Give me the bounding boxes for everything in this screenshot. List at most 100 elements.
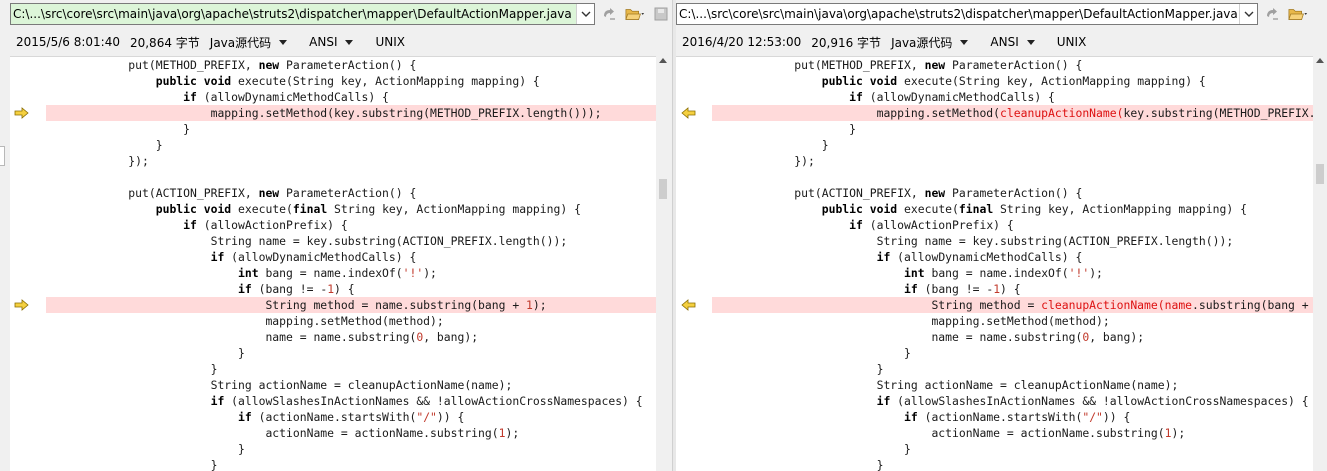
left-info-bar: 2015/5/6 8:01:40 20,864 字节 Java源代码 ANSI … [16, 33, 415, 51]
code-line[interactable]: mapping.setMethod(method); [46, 313, 656, 329]
left-language-dropdown[interactable]: Java源代码 [210, 34, 297, 51]
right-pane: C:\...\src\core\src\main\java\org\apache… [676, 0, 1327, 471]
left-vertical-scrollbar[interactable] [656, 56, 670, 471]
code-line[interactable]: if (allowDynamicMethodCalls) { [712, 249, 1327, 265]
right-line-ending: UNIX [1056, 35, 1087, 49]
arrow-right-icon[interactable] [14, 107, 30, 119]
code-line[interactable] [712, 169, 1327, 185]
code-line[interactable]: } [712, 121, 1327, 137]
left-file-date: 2015/5/6 8:01:40 [16, 35, 120, 49]
code-line[interactable]: String actionName = cleanupActionName(na… [712, 377, 1327, 393]
code-line[interactable]: if (bang != -1) { [712, 281, 1327, 297]
diff-code-line[interactable]: mapping.setMethod(key.substring(METHOD_P… [46, 105, 656, 121]
left-diff-arrow-column [10, 57, 46, 471]
code-line[interactable]: if (allowActionPrefix) { [46, 217, 656, 233]
scroll-up-icon [1316, 58, 1324, 63]
code-line[interactable]: if (allowDynamicMethodCalls) { [46, 249, 656, 265]
scroll-thumb[interactable] [1316, 164, 1324, 184]
left-line-ending: UNIX [375, 35, 406, 49]
code-line[interactable]: }); [46, 153, 656, 169]
gutter-marker [0, 146, 5, 166]
right-vertical-scrollbar[interactable] [1313, 56, 1327, 471]
open-folder-icon[interactable] [1288, 4, 1308, 24]
scroll-up-icon [659, 58, 667, 63]
open-folder-icon[interactable] [625, 4, 645, 24]
right-info-bar: 2016/4/20 12:53:00 20,916 字节 Java源代码 ANS… [682, 33, 1096, 51]
code-line[interactable]: public void execute(final String key, Ac… [46, 201, 656, 217]
diff-code-line[interactable]: mapping.setMethod(cleanupActionName(key.… [712, 105, 1327, 121]
left-encoding-dropdown[interactable]: ANSI [309, 35, 363, 49]
code-line[interactable]: String actionName = cleanupActionName(na… [46, 377, 656, 393]
dropdown-arrow-icon [1026, 39, 1035, 45]
code-line[interactable]: } [46, 137, 656, 153]
dropdown-arrow-icon [279, 39, 288, 45]
code-line[interactable]: String name = key.substring(ACTION_PREFI… [46, 233, 656, 249]
left-code-editor[interactable]: put(METHOD_PREFIX, new ParameterAction()… [10, 56, 656, 471]
code-line[interactable]: name = name.substring(0, bang); [712, 329, 1327, 345]
left-pane: C:\...\src\core\src\main\java\org\apache… [10, 0, 672, 471]
code-line[interactable]: } [712, 441, 1327, 457]
reload-icon[interactable] [1262, 4, 1282, 24]
scroll-thumb[interactable] [659, 179, 667, 199]
code-line[interactable]: put(METHOD_PREFIX, new ParameterAction()… [46, 57, 656, 73]
code-line[interactable]: if (allowSlashesInActionNames && !allowA… [712, 393, 1327, 409]
left-path-combobox[interactable]: C:\...\src\core\src\main\java\org\apache… [10, 3, 595, 25]
code-line[interactable]: int bang = name.indexOf('!'); [712, 265, 1327, 281]
chevron-down-icon[interactable] [576, 4, 594, 24]
code-line[interactable]: } [712, 361, 1327, 377]
right-path-text: C:\...\src\core\src\main\java\org\apache… [679, 7, 1238, 21]
left-file-size: 20,864 字节 [129, 35, 200, 50]
code-line[interactable]: }); [712, 153, 1327, 169]
code-line[interactable]: public void execute(final String key, Ac… [712, 201, 1327, 217]
code-line[interactable]: } [712, 457, 1327, 471]
left-code-lines: put(METHOD_PREFIX, new ParameterAction()… [46, 57, 656, 471]
code-line[interactable]: if (bang != -1) { [46, 281, 656, 297]
save-icon[interactable] [651, 4, 671, 24]
code-line[interactable]: } [712, 345, 1327, 361]
dropdown-arrow-icon [960, 39, 969, 45]
left-path-row: C:\...\src\core\src\main\java\org\apache… [10, 3, 671, 25]
code-line[interactable]: actionName = actionName.substring(1); [46, 425, 656, 441]
right-path-row: C:\...\src\core\src\main\java\org\apache… [676, 3, 1308, 25]
code-line[interactable]: } [46, 361, 656, 377]
code-line[interactable]: String name = key.substring(ACTION_PREFI… [712, 233, 1327, 249]
code-line[interactable]: if (allowDynamicMethodCalls) { [712, 89, 1327, 105]
code-line[interactable]: mapping.setMethod(method); [712, 313, 1327, 329]
code-line[interactable] [46, 169, 656, 185]
right-path-combobox[interactable]: C:\...\src\core\src\main\java\org\apache… [676, 3, 1258, 25]
dropdown-arrow-icon [345, 39, 354, 45]
diff-code-line[interactable]: String method = name.substring(bang + 1)… [46, 297, 656, 313]
right-code-editor[interactable]: put(METHOD_PREFIX, new ParameterAction()… [676, 56, 1327, 471]
code-line[interactable]: } [46, 345, 656, 361]
reload-icon[interactable] [599, 4, 619, 24]
code-line[interactable]: actionName = actionName.substring(1); [712, 425, 1327, 441]
code-line[interactable]: if (actionName.startsWith("/")) { [712, 409, 1327, 425]
right-code-lines: put(METHOD_PREFIX, new ParameterAction()… [712, 57, 1327, 471]
right-file-size: 20,916 字节 [811, 35, 882, 50]
chevron-down-icon[interactable] [1239, 4, 1257, 24]
code-line[interactable]: if (actionName.startsWith("/")) { [46, 409, 656, 425]
right-diff-arrow-column [676, 57, 712, 471]
code-line[interactable]: put(METHOD_PREFIX, new ParameterAction()… [712, 57, 1327, 73]
arrow-left-icon[interactable] [680, 107, 696, 119]
code-line[interactable]: put(ACTION_PREFIX, new ParameterAction()… [712, 185, 1327, 201]
left-path-text: C:\...\src\core\src\main\java\org\apache… [13, 7, 572, 21]
diff-code-line[interactable]: String method = cleanupActionName(name.s… [712, 297, 1327, 313]
code-line[interactable]: } [46, 441, 656, 457]
code-line[interactable]: } [46, 121, 656, 137]
code-line[interactable]: } [712, 137, 1327, 153]
code-line[interactable]: public void execute(String key, ActionMa… [46, 73, 656, 89]
code-line[interactable]: int bang = name.indexOf('!'); [46, 265, 656, 281]
code-line[interactable]: if (allowSlashesInActionNames && !allowA… [46, 393, 656, 409]
code-line[interactable]: if (allowActionPrefix) { [712, 217, 1327, 233]
code-line[interactable]: name = name.substring(0, bang); [46, 329, 656, 345]
code-line[interactable]: } [46, 457, 656, 471]
code-line[interactable]: public void execute(String key, ActionMa… [712, 73, 1327, 89]
code-line[interactable]: put(ACTION_PREFIX, new ParameterAction()… [46, 185, 656, 201]
arrow-right-icon[interactable] [14, 299, 30, 311]
code-line[interactable]: if (allowDynamicMethodCalls) { [46, 89, 656, 105]
arrow-left-icon[interactable] [680, 299, 696, 311]
right-language-dropdown[interactable]: Java源代码 [891, 34, 978, 51]
right-file-date: 2016/4/20 12:53:00 [682, 35, 802, 49]
right-encoding-dropdown[interactable]: ANSI [990, 35, 1044, 49]
